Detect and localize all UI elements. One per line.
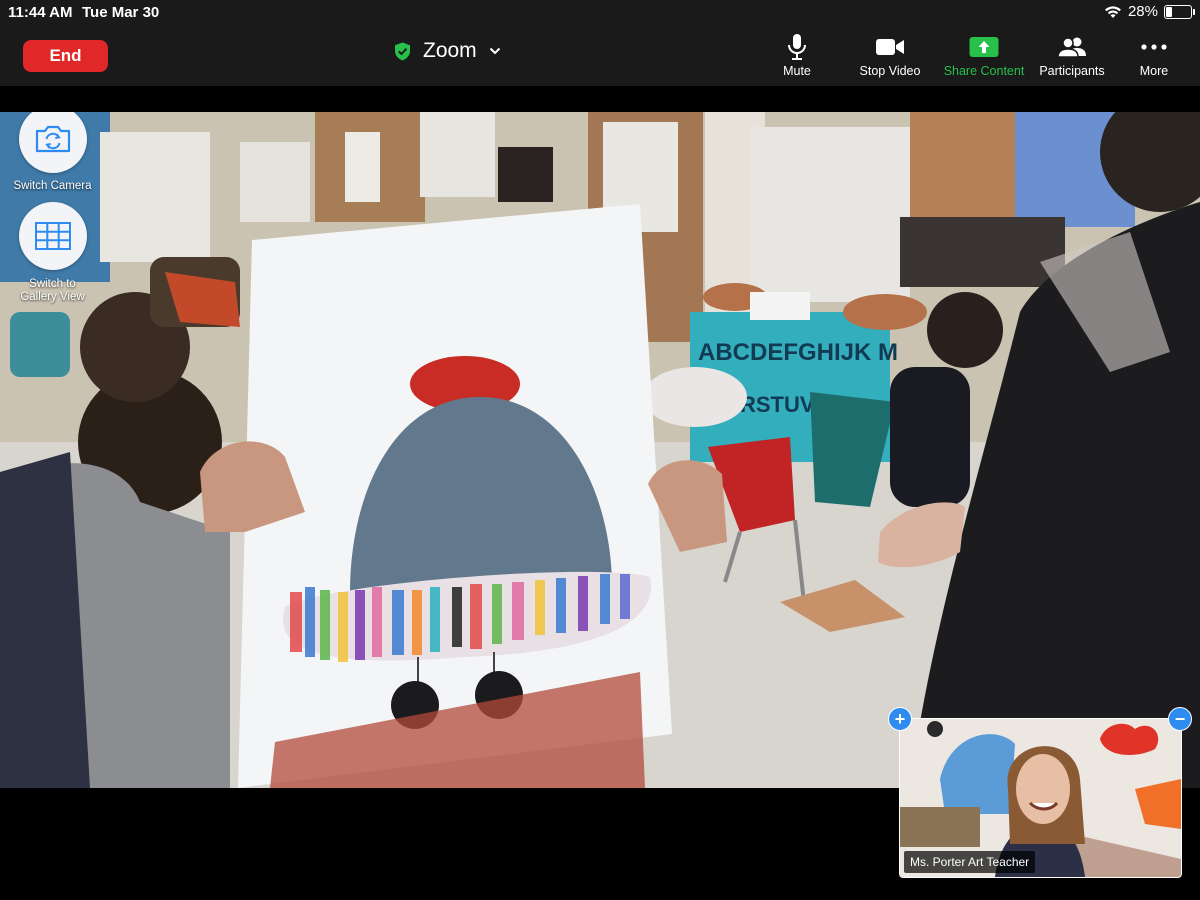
battery-percent: 28% <box>1127 3 1158 20</box>
self-view-name: Ms. Porter Art Teacher <box>904 851 1036 873</box>
more-icon <box>1141 44 1167 50</box>
gallery-view-button[interactable] <box>19 202 87 270</box>
participants-button[interactable]: Participants <box>1032 32 1112 78</box>
classroom-video-scene: ABCDEFGHIJK M RSTUVW <box>0 112 1200 788</box>
wifi-icon <box>1104 5 1121 18</box>
more-label: More <box>1139 64 1169 78</box>
more-button[interactable]: More <box>1128 32 1180 78</box>
participants-label: Participants <box>1039 64 1105 78</box>
gallery-label-line2: Gallery View <box>20 291 85 303</box>
video-camera-icon <box>876 39 904 55</box>
chevron-down-icon <box>489 47 500 55</box>
stop-video-button[interactable]: Stop Video <box>850 32 930 78</box>
minimize-self-view-button[interactable]: − <box>1168 707 1192 731</box>
gallery-view-label: Switch to Gallery View <box>0 278 105 304</box>
share-content-button[interactable]: Share Content <box>938 32 1030 78</box>
meeting-toolbar: End Zoom Mute Stop Video Share Content P… <box>0 24 1200 86</box>
shield-icon <box>395 42 410 60</box>
gallery-grid-icon <box>35 222 71 250</box>
stop-video-label: Stop Video <box>859 64 921 78</box>
microphone-icon <box>788 34 806 60</box>
main-video-feed: ABCDEFGHIJK M RSTUVW Switch Camera Switc… <box>0 112 1200 788</box>
share-content-label: Share Content <box>943 64 1025 78</box>
alphabet-banner: ABCDEFGHIJK M <box>698 339 898 366</box>
status-time: 11:44 AM <box>8 4 73 21</box>
status-right: 28% <box>1104 3 1195 20</box>
meeting-title-dropdown[interactable]: Zoom <box>394 39 501 63</box>
end-meeting-button[interactable]: End <box>23 40 108 72</box>
self-view-video[interactable]: Ms. Porter Art Teacher <box>899 718 1182 878</box>
mute-button[interactable]: Mute <box>770 32 824 78</box>
switch-camera-icon <box>35 125 71 153</box>
switch-camera-label: Switch Camera <box>13 180 92 192</box>
participants-icon <box>1057 37 1086 58</box>
status-bar: 11:44 AM Tue Mar 30 28% <box>0 0 1200 24</box>
share-arrow-icon <box>969 37 999 57</box>
meeting-title: Zoom <box>423 39 477 62</box>
battery-icon <box>1164 4 1195 19</box>
mute-label: Mute <box>783 64 811 78</box>
gallery-label-line1: Switch to <box>29 278 76 290</box>
add-video-button[interactable]: + <box>888 707 912 731</box>
status-date: Tue Mar 30 <box>82 4 160 21</box>
